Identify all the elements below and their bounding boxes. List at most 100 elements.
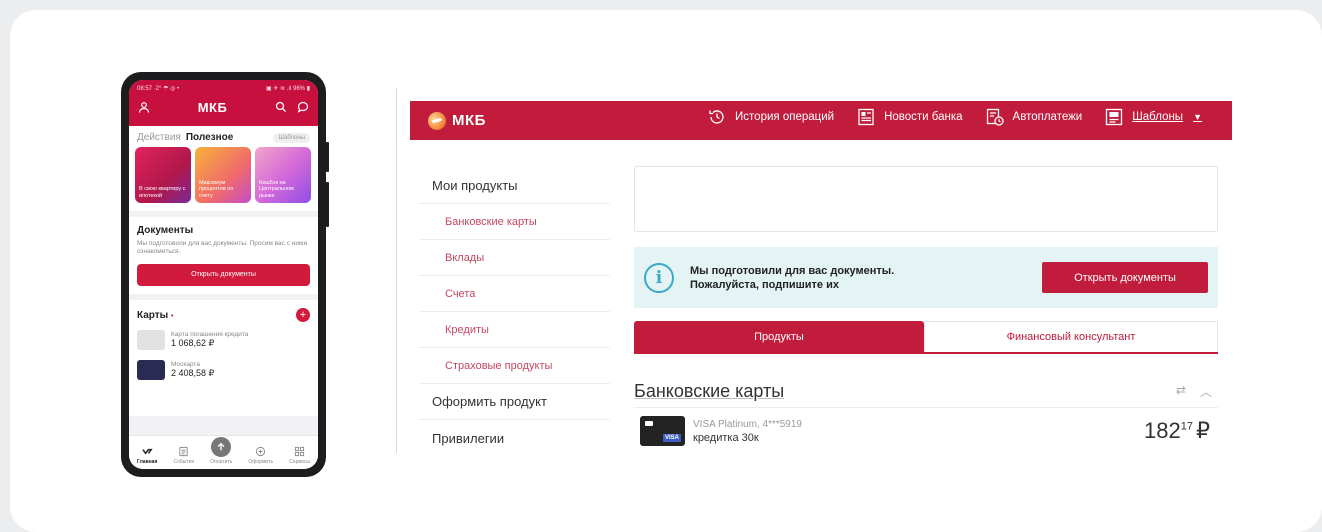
empty-panel — [634, 166, 1218, 232]
products-menu: Мои продукты Банковские карты Вклады Сче… — [420, 168, 610, 456]
menu-order-product[interactable]: Оформить продукт — [420, 384, 610, 420]
status-left: 08:57 ·2° ☂ ◎ • — [137, 86, 180, 92]
card-label: Карта погашения кредита — [171, 331, 249, 338]
nav-events[interactable]: События — [173, 446, 194, 465]
bank-cards-section-header: Банковские карты ⇄ ︿ — [634, 376, 1218, 408]
tab-actions[interactable]: Действия — [137, 132, 181, 143]
cards-dot: • — [170, 312, 174, 320]
card-balance: 1 068,62 ₽ — [171, 338, 215, 348]
documents-title: Документы — [137, 225, 194, 236]
add-card-button[interactable]: + — [296, 308, 310, 322]
notice-line-2: Пожалуйста, подпишите их — [690, 278, 839, 291]
chat-icon[interactable] — [296, 100, 310, 114]
story-card[interactable]: В свою квартиру с ипотекой — [135, 147, 191, 203]
card-label: Москарта — [171, 361, 200, 368]
phone-side-button — [326, 182, 329, 227]
menu-credits[interactable]: Кредиты — [420, 312, 610, 348]
chevron-down-icon[interactable]: ▼ — [1193, 112, 1202, 122]
open-documents-button[interactable]: Открыть документы — [1042, 262, 1208, 293]
history-label: История операций — [735, 110, 835, 123]
story-text: В свою квартиру с ипотекой — [139, 186, 186, 199]
story-card[interactable]: Кешбэк на Центральном рынке — [255, 147, 311, 203]
menu-privileges[interactable]: Привилегии — [420, 420, 610, 456]
phone-cards-section: Карты • + Карта погашения кредита 1 068,… — [129, 300, 318, 416]
templates-label: Шаблоны — [1132, 110, 1184, 123]
nav-pay[interactable]: Оплатить — [210, 437, 233, 465]
documents-text: Мы подготовили для вас документы. Просим… — [137, 240, 308, 255]
nav-label: Сервисы — [289, 459, 310, 465]
tab-templates[interactable]: Шаблоны — [273, 132, 310, 143]
menu-my-products[interactable]: Мои продукты — [420, 168, 610, 204]
bank-logo[interactable]: МКБ — [428, 111, 486, 130]
chevron-up-icon[interactable]: ︿ — [1200, 383, 1212, 400]
templates-link[interactable]: Шаблоны ▼ — [1104, 107, 1202, 127]
autopay-label: Автоплатежи — [1012, 110, 1083, 123]
phone-screen: 08:57 ·2° ☂ ◎ • ▣ ✈ ≋ .ıl 96% ▮ МКБ Дейс… — [129, 80, 318, 469]
section-title[interactable]: Банковские карты — [634, 381, 784, 402]
card-name: VISA Platinum, 4***5919 — [693, 418, 802, 430]
story-card[interactable]: Максимум процентов по счету — [195, 147, 251, 203]
phone-header: 08:57 ·2° ☂ ◎ • ▣ ✈ ≋ .ıl 96% ▮ МКБ — [129, 80, 318, 126]
section-divider — [396, 88, 397, 453]
profile-icon[interactable] — [137, 100, 151, 114]
tab-financial-advisor[interactable]: Финансовый консультант — [924, 321, 1218, 352]
nav-label: События — [173, 459, 195, 465]
notice-line-1: Мы подготовили для вас документы. — [690, 264, 895, 277]
phone-side-button — [326, 142, 329, 172]
phone-documents-section: Документы Мы подготовили для вас докумен… — [129, 217, 318, 294]
menu-insurance[interactable]: Страховые продукты — [420, 348, 610, 384]
card-thumbnail — [137, 330, 165, 350]
open-documents-button[interactable]: Открыть документы — [137, 264, 310, 286]
balance-decimal: 17 — [1180, 420, 1193, 433]
search-icon[interactable] — [274, 100, 288, 114]
news-icon — [858, 108, 874, 125]
content-tabs: Продукты Финансовый консультант — [634, 321, 1218, 354]
phone-app-title: МКБ — [197, 99, 228, 115]
phone-bottom-nav: Главная События Оплатить Оформить Сервис… — [129, 435, 318, 469]
nav-label: Оформить — [248, 459, 274, 465]
balance-integer: 182 — [1144, 418, 1181, 443]
history-link[interactable]: История операций — [707, 107, 834, 127]
templates-icon — [1106, 108, 1123, 125]
events-icon — [179, 446, 188, 457]
add-icon — [256, 446, 266, 457]
services-icon — [294, 446, 305, 457]
news-link[interactable]: Новости банка — [856, 107, 963, 127]
menu-bank-cards[interactable]: Банковские карты — [420, 204, 610, 240]
card-thumbnail: VISA — [640, 416, 685, 446]
nav-label: Оплатить — [210, 459, 233, 465]
phone-mockup: 08:57 ·2° ☂ ◎ • ▣ ✈ ≋ .ıl 96% ▮ МКБ Дейс… — [121, 72, 329, 477]
nav-label: Главная — [137, 459, 158, 465]
card-list-item[interactable]: Карта погашения кредита 1 068,62 ₽ — [137, 330, 310, 350]
sort-icon[interactable]: ⇄ — [1176, 383, 1186, 400]
nav-order[interactable]: Оформить — [248, 446, 273, 465]
currency-symbol: ₽ — [1196, 418, 1210, 443]
autopay-link[interactable]: Автоплатежи — [985, 107, 1083, 127]
nav-services[interactable]: Сервисы — [289, 446, 310, 465]
card-list-item[interactable]: Москарта 2 408,58 ₽ — [137, 360, 310, 380]
menu-deposits[interactable]: Вклады — [420, 240, 610, 276]
card-balance: 2 408,58 ₽ — [171, 368, 215, 378]
card-balance: 18217 ₽ — [1144, 418, 1210, 444]
story-text: Максимум процентов по счету — [199, 179, 234, 199]
phone-status-bar: 08:57 ·2° ☂ ◎ • ▣ ✈ ≋ .ıl 96% ▮ — [129, 80, 318, 94]
documents-notice: i Мы подготовили для вас документы. Пожа… — [634, 247, 1218, 308]
pay-icon — [211, 437, 232, 457]
menu-accounts[interactable]: Счета — [420, 276, 610, 312]
cards-title: Карты • — [137, 310, 173, 321]
logo-text: МКБ — [452, 112, 486, 129]
logo-icon — [428, 111, 446, 130]
home-icon — [142, 448, 153, 455]
card-thumbnail — [137, 360, 165, 380]
bank-mark-icon — [645, 421, 653, 426]
visa-badge: VISA — [662, 434, 681, 442]
cards-title-text: Карты — [137, 309, 169, 321]
autopay-icon — [986, 108, 1004, 126]
nav-home[interactable]: Главная — [137, 446, 157, 465]
news-label: Новости банка — [884, 110, 963, 123]
product-row[interactable]: VISA VISA Platinum, 4***5919 кредитка 30… — [640, 413, 1210, 449]
desktop-topbar: МКБ История операций Новости банка Автоп… — [410, 101, 1232, 140]
tab-useful[interactable]: Полезное — [186, 132, 234, 143]
info-icon: i — [644, 262, 674, 293]
tab-products[interactable]: Продукты — [634, 321, 924, 352]
